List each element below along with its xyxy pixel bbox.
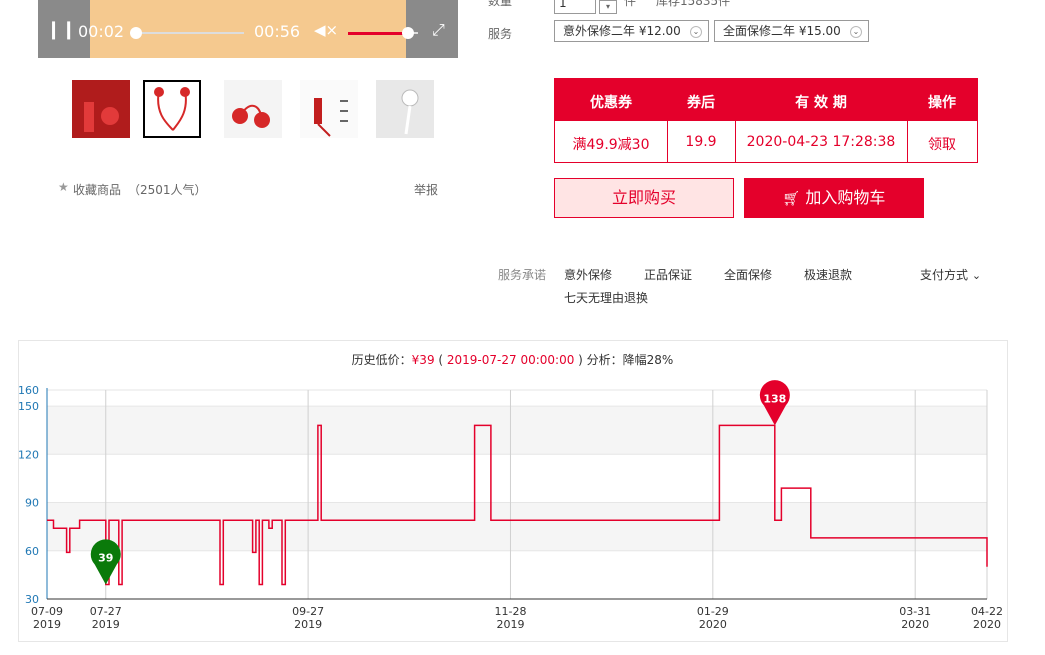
y-tick-label: 120 [18, 448, 39, 461]
x-tick-year: 2019 [496, 618, 524, 631]
y-tick-label: 150 [18, 400, 39, 413]
min-price-label: 39 [98, 552, 113, 565]
price-history-chart[interactable]: 30609012015016007-09201907-27201909-2720… [0, 0, 1045, 655]
x-tick-year: 2020 [699, 618, 727, 631]
x-tick-label: 03-31 [899, 605, 931, 618]
max-price-label: 138 [763, 392, 786, 405]
grid-band [47, 406, 987, 455]
x-tick-label: 04-22 [971, 605, 1003, 618]
y-tick-label: 90 [25, 497, 39, 510]
grid-band [47, 502, 987, 551]
x-tick-year: 2020 [973, 618, 1001, 631]
x-tick-label: 01-29 [697, 605, 729, 618]
y-tick-label: 160 [18, 384, 39, 397]
x-tick-label: 07-27 [90, 605, 122, 618]
x-tick-year: 2019 [92, 618, 120, 631]
x-tick-label: 09-27 [292, 605, 324, 618]
x-tick-label: 07-09 [31, 605, 63, 618]
x-tick-year: 2019 [294, 618, 322, 631]
x-tick-label: 11-28 [494, 605, 526, 618]
y-tick-label: 60 [25, 545, 39, 558]
x-tick-year: 2019 [33, 618, 61, 631]
x-tick-year: 2020 [901, 618, 929, 631]
